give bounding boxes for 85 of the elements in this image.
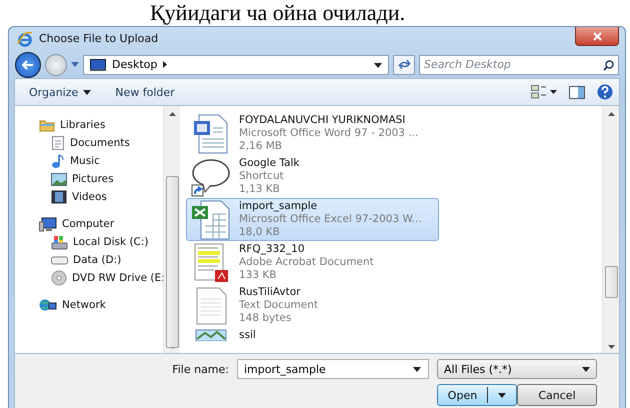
- file-name: RusTiliAvtor: [239, 286, 302, 300]
- sidebar-item[interactable]: Pictures: [15, 170, 163, 188]
- scroll-up-icon: [608, 112, 614, 116]
- file-item[interactable]: Google Talk Shortcut 1,13 KB: [186, 155, 439, 198]
- desktop-icon: [90, 58, 106, 71]
- close-icon: [592, 32, 602, 40]
- drive-icon: [51, 255, 68, 266]
- organize-button[interactable]: Organize: [21, 84, 100, 101]
- view-options-icon[interactable]: [531, 85, 557, 100]
- file-type: Adobe Acrobat Document: [239, 256, 374, 270]
- close-button[interactable]: [575, 27, 619, 46]
- text-file-icon: [194, 286, 228, 326]
- scrollbar[interactable]: [602, 106, 619, 353]
- drive-icon: [51, 234, 68, 250]
- sidebar-item[interactable]: Computer: [15, 215, 163, 234]
- spreadsheet-icon: [191, 200, 231, 240]
- search-field[interactable]: Search Desktop: [419, 54, 619, 75]
- file-item[interactable]: ssil: [186, 327, 439, 346]
- back-arrow-icon: [22, 60, 34, 70]
- file-size: 148 bytes: [239, 312, 292, 326]
- file-type: Microsoft Office Excel 97-2003 W...: [239, 213, 422, 226]
- sidebar-item[interactable]: Music: [15, 152, 163, 170]
- scrollbar-thumb[interactable]: [605, 266, 618, 298]
- sidebar-item[interactable]: Data (D:): [15, 251, 163, 270]
- new-folder-button[interactable]: New folder: [107, 84, 183, 101]
- file-item[interactable]: FOYDALANUVCHI YURIKNOMASI Microsoft Office Word 97 - 2003 ... 2,16 MB: [186, 112, 439, 156]
- back-button[interactable]: [15, 52, 41, 78]
- address-bar[interactable]: Desktop: [83, 54, 389, 75]
- file-type: Shortcut: [239, 170, 285, 184]
- computer-icon: [39, 216, 57, 232]
- caret-icon: [83, 90, 92, 95]
- search-icon: [603, 60, 614, 71]
- file-item[interactable]: RusTiliAvtor Text Document 148 bytes: [186, 284, 439, 328]
- folder-icon: [39, 118, 55, 132]
- file-name: RFQ_332_10: [239, 243, 306, 256]
- file-type: Text Document: [239, 299, 318, 312]
- chevron-right-icon: [163, 61, 168, 68]
- caret-icon: [498, 392, 506, 398]
- sidebar-item[interactable]: Documents: [15, 134, 163, 152]
- open-button[interactable]: Open: [437, 384, 517, 406]
- sidebar-item[interactable]: Libraries: [15, 116, 163, 134]
- image-file-icon: [194, 329, 228, 342]
- file-type: Microsoft Office Word 97 - 2003 ...: [239, 127, 418, 140]
- scroll-down-icon: [608, 345, 614, 349]
- file-name: Google Talk: [239, 157, 300, 170]
- file-name: import_sample: [239, 200, 318, 214]
- music-note-icon: [51, 153, 65, 170]
- preview-pane-icon[interactable]: [569, 86, 585, 99]
- file-name-label: File name:: [172, 362, 229, 376]
- sidebar-item[interactable]: Local Disk (C:): [15, 233, 163, 252]
- breadcrumb-item[interactable]: Desktop: [112, 58, 158, 72]
- picture-icon: [51, 172, 67, 186]
- scrollbar[interactable]: [163, 106, 180, 353]
- refresh-button[interactable]: [393, 54, 415, 75]
- document-text: Қуйидаги ча ойна очилади.: [150, 0, 406, 25]
- help-icon[interactable]: [597, 84, 613, 100]
- file-name-field[interactable]: import_sample: [237, 359, 429, 379]
- speech-bubble-icon: [191, 157, 231, 198]
- browser-logo-icon: [17, 30, 33, 47]
- disc-icon: [51, 270, 67, 286]
- file-size: 18,0 KB: [239, 226, 281, 240]
- file-name: FOYDALANUVCHI YURIKNOMASI: [239, 114, 406, 128]
- caret-icon[interactable]: [71, 62, 79, 68]
- file-size: 1,13 KB: [239, 183, 281, 196]
- word-document-icon: [193, 114, 229, 154]
- cancel-button[interactable]: Cancel: [517, 384, 597, 406]
- document-icon: [51, 135, 65, 152]
- file-item[interactable]: import_sample Microsoft Office Excel 97-2003 W... 18,0 KB: [186, 198, 439, 242]
- sidebar-item[interactable]: Network: [15, 296, 163, 314]
- file-size: 2,16 MB: [239, 140, 283, 154]
- file-size: 133 KB: [239, 269, 278, 282]
- file-type-dropdown[interactable]: All Files (*.*): [437, 359, 597, 379]
- caret-icon: [374, 63, 382, 68]
- sidebar-item[interactable]: Videos: [15, 188, 163, 206]
- caret-icon: [582, 366, 590, 372]
- refresh-arrows-icon: [398, 60, 410, 70]
- scrollbar-thumb[interactable]: [166, 176, 179, 348]
- caret-icon: [413, 367, 421, 372]
- scroll-up-icon: [168, 112, 176, 116]
- file-item[interactable]: RFQ_332_10 Adobe Acrobat Document 133 KB: [186, 241, 439, 284]
- forward-button[interactable]: [45, 54, 67, 76]
- film-icon: [51, 190, 67, 204]
- file-name: ssil: [239, 329, 256, 342]
- window-title: Choose File to Upload: [39, 32, 158, 46]
- network-icon: [39, 298, 57, 312]
